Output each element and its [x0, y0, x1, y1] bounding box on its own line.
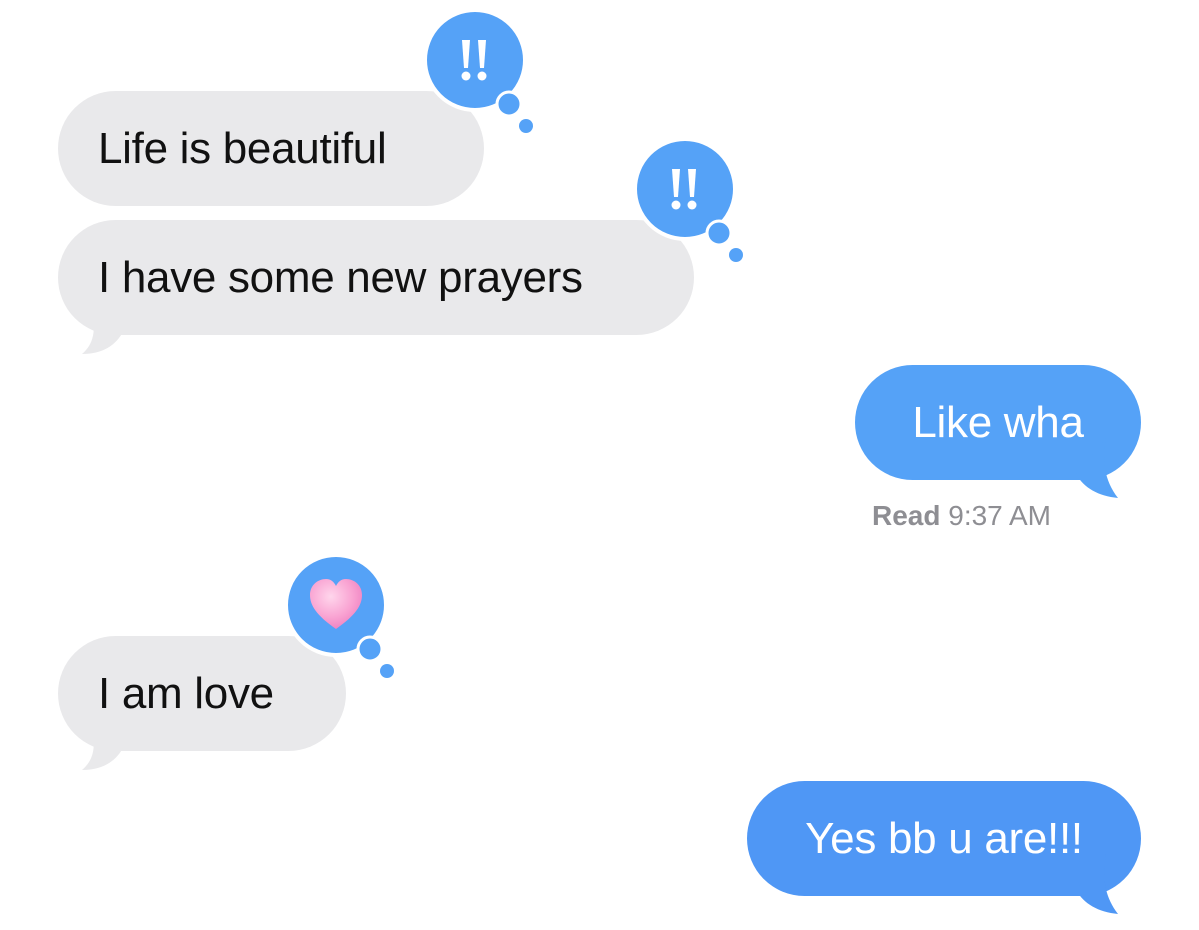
bubble-tail [1076, 854, 1118, 914]
bubble-tail [82, 726, 124, 770]
read-receipt: Read 9:37 AM [872, 500, 1051, 532]
message-bubble-incoming[interactable]: I have some new prayers [58, 220, 694, 335]
message-text: I have some new prayers [98, 252, 583, 302]
message-text: I am love [98, 668, 274, 718]
message-text: Yes bb u are!!! [805, 813, 1083, 863]
message-text: Life is beautiful [98, 123, 387, 173]
bubble-tail [1076, 438, 1118, 498]
tapback-exclamation-icon[interactable] [633, 137, 750, 264]
read-time: 9:37 AM [948, 500, 1051, 531]
message-bubble-incoming[interactable]: Life is beautiful [58, 91, 484, 206]
tapback-heart-icon[interactable] [284, 553, 401, 680]
tapback-exclamation-icon[interactable] [423, 8, 540, 135]
bubble-tail [82, 310, 124, 354]
message-text: Like wha [912, 397, 1084, 447]
read-label: Read [872, 500, 941, 531]
